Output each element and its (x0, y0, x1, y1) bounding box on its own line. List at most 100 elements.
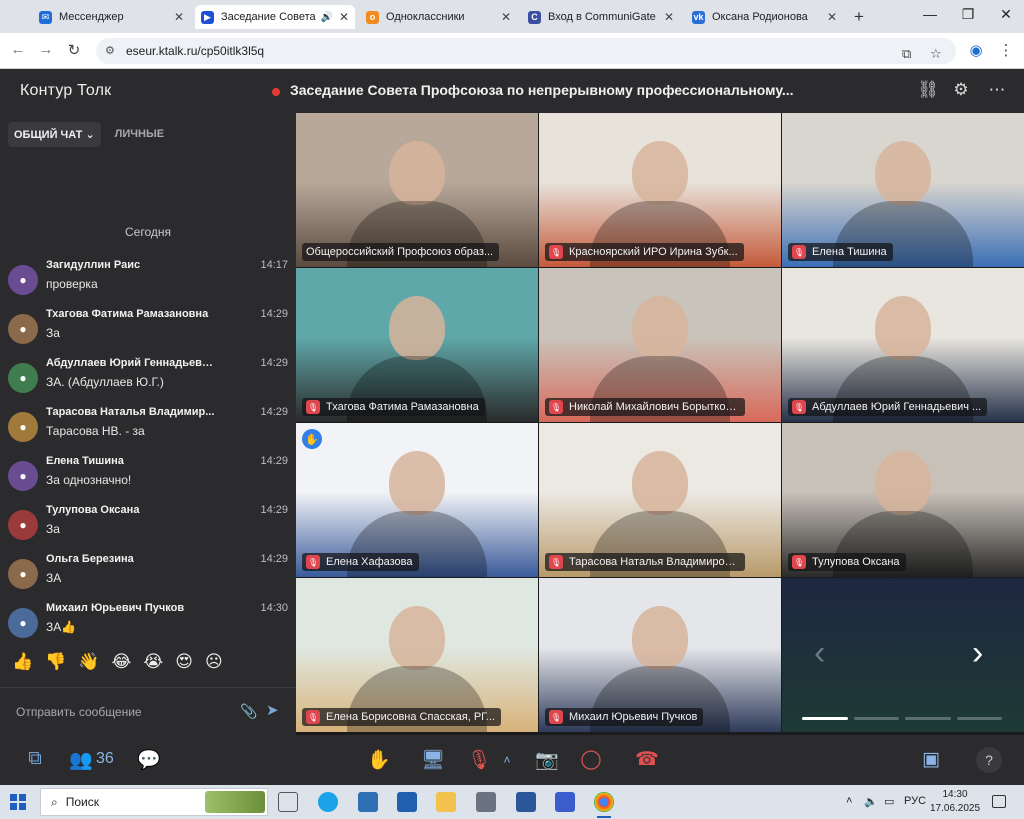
participant-tile[interactable]: 🎙 Абдуллаев Юрий Геннадьевич ... (782, 268, 1024, 422)
gear-icon[interactable]: ⚙ (950, 80, 972, 100)
chat-message[interactable]: ● Тхагова Фатима Рамазановна 14:29 За (8, 308, 290, 352)
participant-tile[interactable]: ✋ 🎙 Елена Хафазова (296, 423, 538, 577)
close-icon[interactable]: ✕ (664, 10, 674, 24)
chat-message[interactable]: ● Тулупова Оксана 14:29 За (8, 504, 290, 548)
raised-hand-icon: ✋ (302, 429, 322, 449)
reaction-emoji[interactable]: 😍 (175, 652, 193, 672)
raise-hand-icon[interactable]: ✋ (366, 748, 392, 772)
new-tab-button[interactable]: + (849, 7, 869, 27)
speaker-icon[interactable]: 🔈 (864, 795, 878, 808)
word-icon[interactable] (516, 792, 536, 812)
reload-icon[interactable]: ↻ (64, 41, 84, 59)
participant-tile[interactable]: 🎙 Елена Тишина (782, 113, 1024, 267)
chat-message[interactable]: ● Ольга Березина 14:29 ЗА (8, 553, 290, 597)
chat-message[interactable]: ● Михаил Юрьевич Пучков 14:30 ЗА👍 (8, 602, 290, 646)
apps-icon[interactable]: ⧉ (22, 748, 48, 770)
participant-tile[interactable]: 🎙 Елена Борисовна Спасская, РГ... (296, 578, 538, 732)
reaction-emoji[interactable]: 😭 (143, 652, 163, 672)
page-dot[interactable] (853, 717, 899, 720)
participant-name-tag: 🎙 Елена Борисовна Спасская, РГ... (302, 708, 501, 726)
taskbar-search[interactable]: ⌕ Поиск (40, 788, 268, 816)
restore-icon[interactable]: ❐ (958, 6, 978, 23)
chat-icon[interactable]: 💬 (136, 748, 162, 772)
windows-start-icon[interactable] (10, 794, 26, 810)
mic-off-icon[interactable]: 🎙 (466, 748, 492, 772)
tab-odnoklassniki[interactable]: о Одноклассники ✕ (360, 5, 517, 29)
mic-off-icon: 🎙 (549, 245, 563, 259)
layout-icon[interactable]: ▣ (918, 748, 944, 771)
reaction-emoji[interactable]: ☹ (205, 652, 223, 672)
help-button[interactable]: ? (976, 747, 1002, 773)
chat-message[interactable]: ● Елена Тишина 14:29 За однозначно! (8, 455, 290, 499)
remote-desktop-icon[interactable] (358, 792, 378, 812)
browser-tab-strip: ✉ Мессенджер ✕ ▶ Заседание Совета П 🔊 ✕ … (0, 0, 1024, 33)
forward-icon[interactable]: → (36, 41, 56, 58)
battery-icon[interactable]: ▭ (884, 795, 894, 808)
chat-message[interactable]: ● Загидуллин Раис 14:17 проверка (8, 259, 290, 303)
participants-icon[interactable]: 👥 (68, 748, 94, 772)
chrome-icon[interactable] (594, 792, 614, 818)
participants-count[interactable]: 36 (96, 750, 114, 768)
participant-tile[interactable]: 🎙 Красноярский ИРО Ирина Зубк... (539, 113, 781, 267)
profile-icon[interactable]: ◉ (966, 41, 986, 59)
close-icon[interactable]: ✕ (827, 10, 837, 24)
record-icon[interactable]: ◯ (578, 748, 604, 771)
reaction-emoji[interactable]: 👋 (78, 652, 99, 672)
browser-menu-icon[interactable]: ⋮ (996, 41, 1016, 59)
participant-tile[interactable]: 🎙 Тхагова Фатима Рамазановна (296, 268, 538, 422)
reaction-emoji[interactable]: 👍 (12, 652, 33, 672)
tab-vk[interactable]: vk Оксана Родионова ✕ (686, 5, 843, 29)
edge-icon[interactable] (318, 792, 338, 812)
reaction-emoji[interactable]: 👎 (45, 652, 66, 672)
page-dot[interactable] (905, 717, 951, 720)
close-icon[interactable]: ✕ (501, 10, 511, 24)
chevron-up-icon[interactable]: ˄ (494, 753, 520, 767)
back-icon[interactable]: ← (8, 41, 28, 58)
hang-up-icon[interactable]: ☎ (634, 748, 660, 771)
app-icon[interactable] (397, 792, 417, 812)
tab-communigate[interactable]: C Вход в CommuniGate Pro ✕ (522, 5, 680, 29)
participant-tile[interactable]: 🎙 Тарасова Наталья Владимировна (539, 423, 781, 577)
participant-tile[interactable]: 🎙 Тулупова Оксана (782, 423, 1024, 577)
chat-message[interactable]: ● Абдуллаев Юрий Геннадьеви... 14:29 ЗА. (А… (8, 357, 290, 401)
chart-app-icon[interactable] (555, 792, 575, 812)
chat-message[interactable]: ● Тарасова Наталья Владимир... 14:29 Тарасо… (8, 406, 290, 450)
chevron-right-icon[interactable]: › (972, 634, 983, 673)
reaction-emoji[interactable]: 😂 (112, 652, 132, 672)
tab-meeting[interactable]: ▶ Заседание Совета П 🔊 ✕ (195, 5, 355, 29)
message-text: ЗА👍 (46, 620, 77, 634)
participant-silhouette (389, 296, 445, 360)
tab-messenger[interactable]: ✉ Мессенджер ✕ (33, 5, 190, 29)
chevron-left-icon[interactable]: ‹ (814, 634, 825, 673)
task-view-icon[interactable] (278, 792, 298, 812)
message-input[interactable]: Отправить сообщение (16, 705, 142, 719)
install-app-icon[interactable]: ⧉ (902, 46, 911, 62)
page-dot[interactable] (956, 717, 1002, 720)
more-icon[interactable]: ⋯ (986, 80, 1008, 100)
calculator-icon[interactable] (476, 792, 496, 812)
url-field[interactable]: ⚙ eseur.ktalk.ru/cp50itlk3l5q ⧉ ☆ (96, 38, 956, 64)
participant-tile[interactable]: 🎙 Николай Михайлович Борытко, ... (539, 268, 781, 422)
camera-off-icon[interactable]: 📷 (534, 748, 560, 772)
chevron-up-icon[interactable]: ˄ (846, 795, 852, 807)
speaker-icon[interactable]: 🔊 (320, 12, 332, 23)
close-icon[interactable]: ✕ (339, 10, 349, 24)
send-icon[interactable]: ➤ (266, 701, 279, 719)
system-clock[interactable]: 14:30 17.06.2025 (930, 788, 980, 816)
tab-private[interactable]: ЛИЧНЫЕ (111, 122, 168, 146)
bookmark-star-icon[interactable]: ☆ (930, 46, 942, 62)
screen-share-icon[interactable]: 🖥 (420, 748, 446, 772)
close-icon[interactable]: ✕ (174, 10, 184, 24)
link-icon[interactable]: ⛓ (917, 80, 939, 100)
language-indicator[interactable]: РУС (904, 795, 926, 807)
participant-tile[interactable]: 🎙 Михаил Юрьевич Пучков (539, 578, 781, 732)
participant-tile[interactable]: Общероссийский Профсоюз образ... (296, 113, 538, 267)
page-dot[interactable] (802, 717, 848, 720)
file-explorer-icon[interactable] (436, 792, 456, 812)
site-info-icon[interactable]: ⚙ (105, 44, 115, 57)
notifications-icon[interactable] (992, 795, 1006, 808)
window-close-icon[interactable]: ✕ (996, 6, 1016, 23)
minimize-icon[interactable]: — (920, 6, 940, 22)
paperclip-icon[interactable]: 📎 (240, 703, 257, 720)
tab-general-chat[interactable]: ОБЩИЙ ЧАТ ⌄ (8, 121, 101, 147)
